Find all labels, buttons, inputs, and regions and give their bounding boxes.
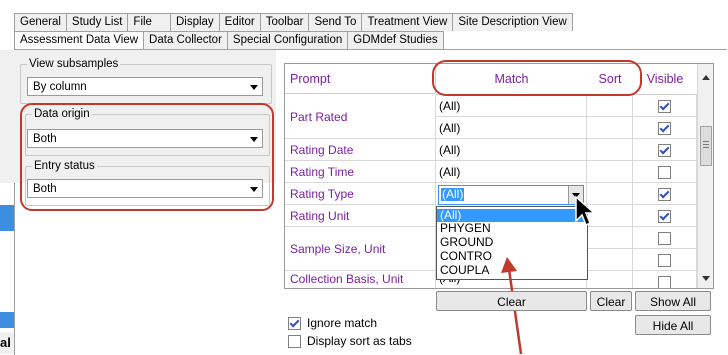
- prompt-cell: Rating Type: [285, 183, 436, 205]
- visible-cell: [633, 95, 697, 117]
- tab-editor[interactable]: Editor: [218, 13, 261, 31]
- dropdown-option[interactable]: GROUND: [437, 236, 587, 249]
- view-subsamples-value: By column: [33, 81, 87, 93]
- highlight-match-sort-headers: [432, 60, 642, 96]
- sort-cell[interactable]: [587, 139, 633, 161]
- prompt-cell: Rating Date: [285, 139, 436, 161]
- sort-cell[interactable]: [587, 227, 633, 249]
- background-window-strip-2: [0, 312, 14, 328]
- match-combobox-value: (All): [441, 187, 465, 201]
- visible-cell: [633, 183, 697, 205]
- visible-cell: [633, 249, 697, 271]
- highlight-left-filters: [20, 103, 274, 211]
- sort-cell[interactable]: [587, 117, 633, 139]
- visible-cell: [633, 117, 697, 139]
- tab-row-bottom: Assessment Data View Data Collector Spec…: [14, 31, 444, 49]
- visible-cell: [633, 227, 697, 249]
- visible-checkbox[interactable]: [658, 210, 671, 223]
- prompt-cell: Rating Unit: [285, 205, 436, 227]
- visible-checkbox[interactable]: [658, 254, 671, 267]
- sort-cell[interactable]: [587, 271, 633, 288]
- ignore-match-checkbox[interactable]: [288, 316, 301, 330]
- prompt-cell: Sample Size, Unit: [285, 227, 436, 271]
- prompt-cell: Part Rated: [285, 95, 436, 139]
- hide-all-button[interactable]: Hide All: [635, 315, 711, 335]
- visible-checkbox[interactable]: [658, 122, 671, 135]
- tab-file[interactable]: File: [127, 13, 171, 31]
- match-cell[interactable]: (All): [436, 95, 587, 117]
- ignore-match-label: Ignore match: [307, 316, 378, 330]
- prompt-cell: Collection Basis, Unit: [285, 271, 436, 288]
- visible-checkbox[interactable]: [658, 188, 671, 201]
- match-combobox[interactable]: (All): [438, 185, 584, 205]
- tab-special-configuration[interactable]: Special Configuration: [226, 31, 349, 49]
- visible-checkbox[interactable]: [658, 166, 671, 179]
- tab-study-list[interactable]: Study List: [65, 13, 129, 31]
- ignore-match-option[interactable]: Ignore match: [288, 316, 377, 330]
- tab-general[interactable]: General: [14, 13, 67, 31]
- header-prompt[interactable]: Prompt: [285, 64, 436, 94]
- tab-send-to[interactable]: Send To: [308, 13, 363, 31]
- tab-row-top: General Study List File Display Editor T…: [14, 13, 573, 31]
- mouse-cursor-icon: [575, 195, 596, 227]
- display-sort-as-tabs-checkbox[interactable]: [288, 334, 301, 348]
- match-cell[interactable]: (All): [436, 117, 587, 139]
- background-window-text: al: [0, 332, 14, 354]
- display-sort-as-tabs-option[interactable]: Display sort as tabs: [288, 334, 412, 348]
- view-subsamples-select[interactable]: By column: [27, 77, 263, 96]
- visible-checkbox[interactable]: [658, 100, 671, 113]
- tab-treatment-view[interactable]: Treatment View: [361, 13, 454, 31]
- visible-cell: [633, 205, 697, 227]
- scroll-down-icon[interactable]: [702, 276, 710, 281]
- clear-sort-button[interactable]: Clear: [590, 291, 632, 311]
- visible-cell: [633, 161, 697, 183]
- tab-gdmdef-studies[interactable]: GDMdef Studies: [347, 31, 444, 49]
- tab-toolbar[interactable]: Toolbar: [259, 13, 310, 31]
- header-visible[interactable]: Visible: [633, 64, 698, 95]
- match-combobox-cell: (All): [436, 183, 587, 205]
- scrollbar-thumb[interactable]: [700, 126, 712, 166]
- visible-checkbox[interactable]: [658, 276, 671, 288]
- tab-assessment-data-view[interactable]: Assessment Data View: [14, 31, 145, 49]
- tab-data-collector[interactable]: Data Collector: [143, 31, 228, 49]
- background-window-strip: [0, 205, 14, 231]
- chevron-down-icon: [250, 85, 258, 90]
- visible-cell: [633, 139, 697, 161]
- display-sort-as-tabs-label: Display sort as tabs: [307, 334, 412, 348]
- sort-cell[interactable]: [587, 249, 633, 271]
- grid-scrollbar[interactable]: [697, 64, 713, 288]
- clear-match-button[interactable]: Clear: [436, 291, 587, 311]
- match-cell[interactable]: (All): [436, 161, 587, 183]
- dropdown-option[interactable]: PHYGEN: [437, 222, 587, 235]
- tab-site-description-view[interactable]: Site Description View: [452, 13, 573, 31]
- sort-cell[interactable]: [587, 95, 633, 117]
- prompt-cell: Rating Time: [285, 161, 436, 183]
- tab-display[interactable]: Display: [169, 13, 220, 31]
- visible-checkbox[interactable]: [658, 232, 671, 245]
- visible-checkbox[interactable]: [658, 144, 671, 157]
- visible-cell: [633, 271, 697, 288]
- show-all-button[interactable]: Show All: [635, 291, 711, 311]
- match-cell[interactable]: (All): [436, 139, 587, 161]
- sort-cell[interactable]: [587, 161, 633, 183]
- scroll-up-icon[interactable]: [702, 75, 710, 80]
- view-subsamples-label: View subsamples: [27, 57, 121, 71]
